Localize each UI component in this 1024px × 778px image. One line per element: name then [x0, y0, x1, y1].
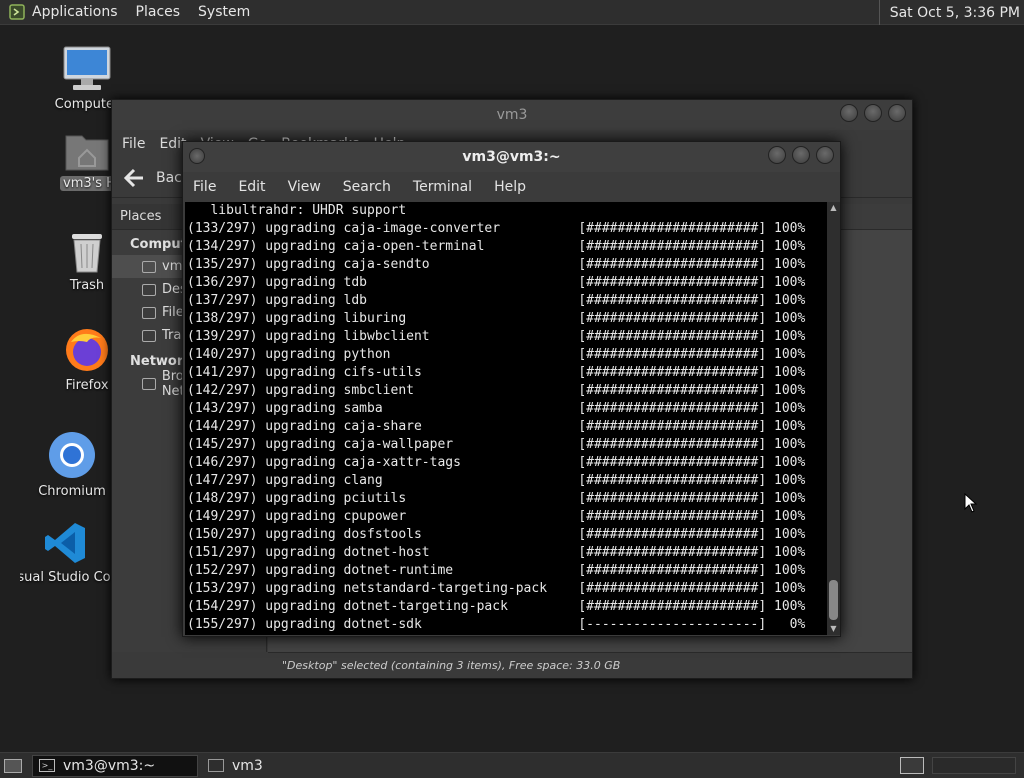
- mouse-cursor-icon: [964, 493, 978, 513]
- back-arrow-icon: [123, 168, 143, 187]
- terminal-line: (151/297) upgrading dotnet-host [#######…: [187, 545, 806, 560]
- term-menu-help[interactable]: Help: [494, 179, 526, 195]
- desktop-icon-chromium[interactable]: Chromium: [22, 430, 122, 499]
- terminal-line: (135/297) upgrading caja-sendto [#######…: [187, 257, 806, 272]
- terminal-window[interactable]: vm3@vm3:~ File Edit View Search Terminal…: [182, 141, 841, 637]
- drive-icon: [142, 306, 156, 319]
- terminal-line: (144/297) upgrading caja-share [########…: [187, 419, 806, 434]
- file-manager-title: vm3: [496, 107, 528, 123]
- taskbar-item-label: vm3: [232, 757, 263, 774]
- bottom-panel: >_ vm3@vm3:~ vm3: [0, 752, 1024, 778]
- applications-menu[interactable]: Applications: [32, 4, 118, 20]
- panel-clock[interactable]: Sat Oct 5, 3:36 PM: [878, 0, 1020, 25]
- desktop-icon-label: Visual Studio Code: [20, 570, 112, 585]
- workspace-switcher[interactable]: [900, 757, 924, 774]
- term-menu-search[interactable]: Search: [343, 179, 391, 195]
- terminal-line: (134/297) upgrading caja-open-terminal […: [187, 239, 806, 254]
- terminal-line: (155/297) upgrading dotnet-sdk [--------…: [187, 617, 806, 632]
- top-panel: Applications Places System Sat Oct 5, 3:…: [0, 0, 1024, 25]
- term-menu-terminal[interactable]: Terminal: [413, 179, 472, 195]
- terminal-line: (145/297) upgrading caja-wallpaper [####…: [187, 437, 806, 452]
- terminal-line: (146/297) upgrading caja-xattr-tags [###…: [187, 455, 806, 470]
- terminal-line: (152/297) upgrading dotnet-runtime [####…: [187, 563, 806, 578]
- terminal-lines: libultrahdr: UHDR support (133/297) upgra…: [185, 202, 827, 634]
- trash-small-icon: [142, 329, 156, 342]
- terminal-menubar: File Edit View Search Terminal Help: [183, 172, 840, 202]
- window-menu-button[interactable]: [189, 148, 205, 164]
- file-manager-titlebar[interactable]: vm3: [112, 100, 912, 130]
- file-manager-statusbar: "Desktop" selected (containing 3 items),…: [268, 652, 912, 678]
- system-menu[interactable]: System: [198, 4, 250, 20]
- applications-menu-icon[interactable]: [8, 3, 26, 21]
- taskbar-item-label: vm3@vm3:~: [63, 757, 156, 774]
- fm-menu-file[interactable]: File: [122, 136, 145, 152]
- terminal-scrollbar[interactable]: ▲ ▼: [827, 202, 840, 635]
- desktop-icon: [142, 283, 156, 296]
- maximize-button[interactable]: [792, 146, 810, 164]
- close-button[interactable]: [816, 146, 834, 164]
- network-icon: [142, 377, 156, 390]
- trash-icon: [72, 234, 102, 273]
- show-desktop-icon[interactable]: [4, 758, 22, 773]
- taskbar-item-file-manager[interactable]: vm3: [202, 755, 269, 777]
- terminal-line: (148/297) upgrading pciutils [##########…: [187, 491, 806, 506]
- terminal-output[interactable]: libultrahdr: UHDR support (133/297) upgra…: [185, 202, 827, 635]
- maximize-button[interactable]: [864, 104, 882, 122]
- terminal-line: (141/297) upgrading cifs-utils [########…: [187, 365, 806, 380]
- terminal-line: (149/297) upgrading cpupower [##########…: [187, 509, 806, 524]
- terminal-line: (143/297) upgrading samba [#############…: [187, 401, 806, 416]
- taskbar-item-terminal[interactable]: >_ vm3@vm3:~: [32, 754, 198, 777]
- terminal-line: (138/297) upgrading liburing [##########…: [187, 311, 806, 326]
- terminal-line: (142/297) upgrading smbclient [#########…: [187, 383, 806, 398]
- term-menu-view[interactable]: View: [288, 179, 321, 195]
- back-button[interactable]: Back: [122, 167, 190, 189]
- chromium-icon: [49, 432, 95, 478]
- terminal-line: (147/297) upgrading clang [#############…: [187, 473, 806, 488]
- vscode-icon: [45, 523, 85, 563]
- home-folder-icon: [65, 135, 109, 171]
- desktop-icon-label: Computer: [54, 97, 120, 112]
- terminal-line: (133/297) upgrading caja-image-converter…: [187, 221, 806, 236]
- terminal-line: libultrahdr: UHDR support: [187, 203, 407, 218]
- terminal-line: (150/297) upgrading dosfstools [########…: [187, 527, 806, 542]
- desktop-icon-label: Chromium: [38, 484, 106, 499]
- terminal-line: (153/297) upgrading netstandard-targetin…: [187, 581, 806, 596]
- terminal-line: (137/297) upgrading ldb [###############…: [187, 293, 806, 308]
- term-menu-file[interactable]: File: [193, 179, 216, 195]
- terminal-line: (136/297) upgrading tdb [###############…: [187, 275, 806, 290]
- close-button[interactable]: [888, 104, 906, 122]
- term-menu-edit[interactable]: Edit: [238, 179, 265, 195]
- terminal-line: (154/297) upgrading dotnet-targeting-pac…: [187, 599, 806, 614]
- terminal-title: vm3@vm3:~: [462, 149, 561, 165]
- terminal-icon: >_: [39, 759, 55, 772]
- desktop-icon-label: Firefox: [65, 378, 109, 393]
- minimize-button[interactable]: [768, 146, 786, 164]
- scroll-up-icon[interactable]: ▲: [827, 202, 840, 214]
- folder-icon: [208, 759, 224, 772]
- scroll-down-icon[interactable]: ▼: [827, 623, 840, 635]
- minimize-button[interactable]: [840, 104, 858, 122]
- terminal-line: (139/297) upgrading libwbclient [#######…: [187, 329, 806, 344]
- desktop-icon-label: Trash: [69, 278, 105, 293]
- places-menu[interactable]: Places: [136, 4, 181, 20]
- desktop-icon-vscode[interactable]: Visual Studio Code: [20, 520, 112, 585]
- terminal-titlebar[interactable]: vm3@vm3:~: [183, 142, 840, 172]
- scrollbar-thumb[interactable]: [829, 580, 838, 620]
- computer-icon: [63, 46, 111, 90]
- workspace-switcher-2[interactable]: [932, 757, 1016, 774]
- firefox-icon: [66, 329, 108, 371]
- terminal-line: (140/297) upgrading python [############…: [187, 347, 806, 362]
- home-icon: [142, 260, 156, 273]
